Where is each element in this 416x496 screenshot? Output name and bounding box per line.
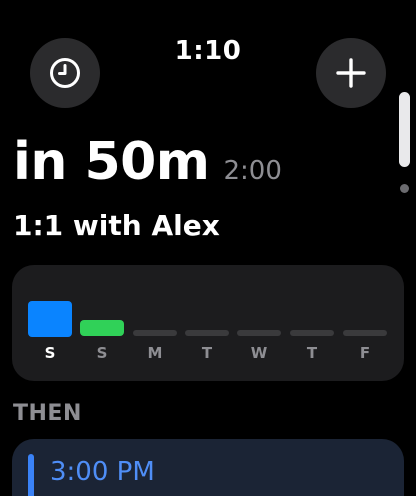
day-label-2: M xyxy=(147,344,163,362)
next-event-accent xyxy=(28,454,34,496)
scrollbar-thumb[interactable] xyxy=(399,92,410,167)
day-label-3: T xyxy=(201,344,213,362)
add-event-button[interactable] xyxy=(316,38,386,108)
watch-screen: 1:10 in 50m 2:00 1:1 with Alex THEN 3:00… xyxy=(0,0,416,496)
relative-time: in 50m xyxy=(13,132,210,192)
day-label-1: S xyxy=(96,344,108,362)
next-event-time: 3:00 PM xyxy=(50,457,155,487)
scroll-position-dot xyxy=(400,184,409,193)
event-title[interactable]: 1:1 with Alex xyxy=(13,209,220,242)
then-heading: THEN xyxy=(13,401,82,426)
day-label-0: S xyxy=(44,344,56,362)
day-label-4: W xyxy=(250,344,268,362)
start-time: 2:00 xyxy=(223,156,282,186)
plus-icon xyxy=(336,58,366,88)
day-bar-2 xyxy=(133,330,177,336)
day-label-6: F xyxy=(359,344,371,362)
scrollbar[interactable] xyxy=(399,92,410,172)
day-bar-5 xyxy=(290,330,334,336)
day-bar-1 xyxy=(80,320,124,336)
day-bar-4 xyxy=(237,330,281,336)
day-bar-6 xyxy=(343,330,387,336)
event-countdown: in 50m 2:00 xyxy=(13,132,282,192)
day-label-5: T xyxy=(306,344,318,362)
day-bar-3 xyxy=(185,330,229,336)
day-bar-0 xyxy=(28,301,72,337)
